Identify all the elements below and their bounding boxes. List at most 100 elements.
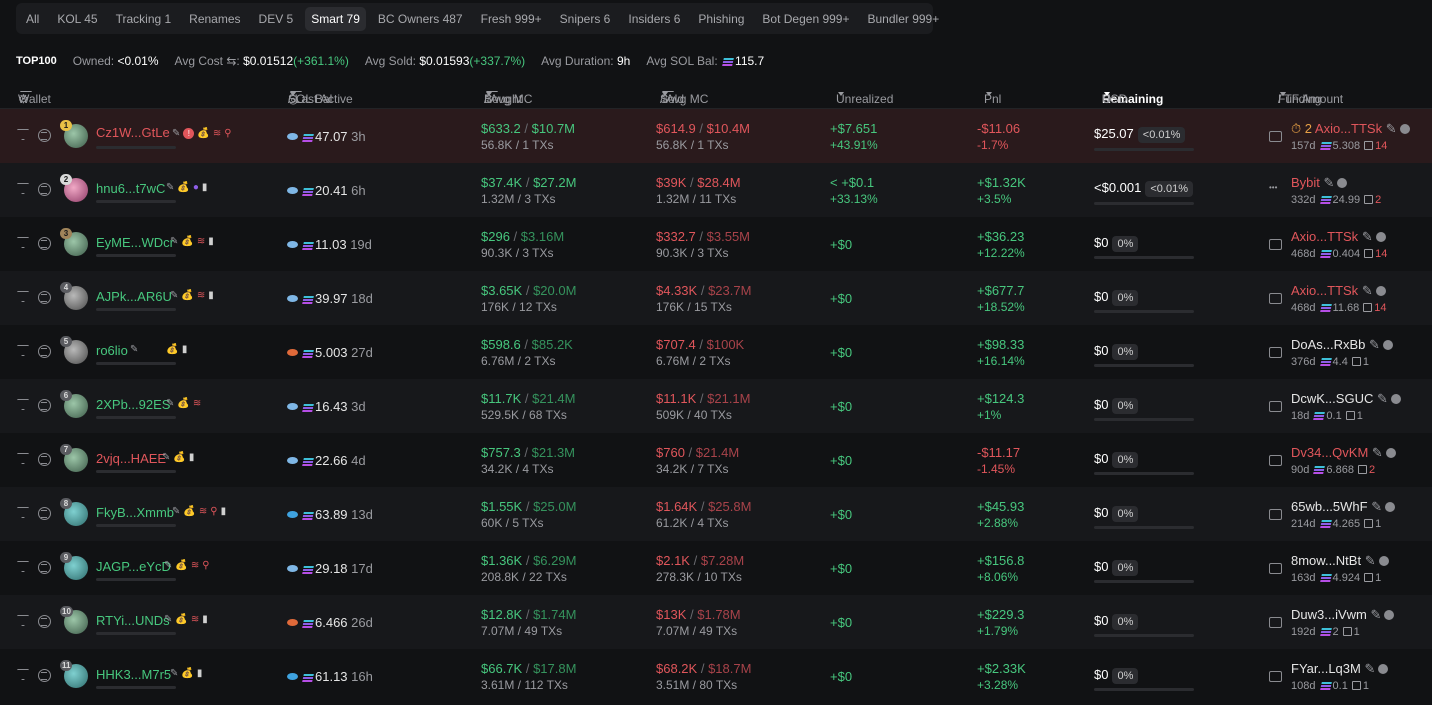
funding-box-icon[interactable]: [1269, 239, 1282, 250]
filter-icon[interactable]: [17, 399, 29, 410]
wallet-address[interactable]: 2vjq...HAEE: [96, 451, 166, 466]
list-icon[interactable]: [38, 669, 51, 682]
funding-box-icon[interactable]: [1269, 509, 1282, 520]
avatar[interactable]: 6: [60, 390, 88, 418]
more-icon[interactable]: [1269, 183, 1282, 196]
edit-icon[interactable]: ✎: [1324, 175, 1335, 190]
filter-icon[interactable]: [17, 291, 29, 302]
list-icon[interactable]: [38, 615, 51, 628]
tab-renames[interactable]: Renames: [183, 7, 246, 31]
edit-icon[interactable]: ✎: [1369, 337, 1380, 352]
tab-bundler[interactable]: Bundler 999+: [862, 7, 946, 31]
funding-box-icon[interactable]: [1269, 293, 1282, 304]
tab-fresh[interactable]: Fresh 999+: [475, 7, 548, 31]
funding-box-icon[interactable]: [1269, 671, 1282, 682]
table-row[interactable]: 4 AJPk...AR6U ✎ 💰 ≋ ▮ 39.97 18d $3.65K / $2…: [0, 271, 1432, 325]
edit-icon[interactable]: ✎: [1362, 283, 1373, 298]
funding-cell[interactable]: 65wb...5WhF ✎ 214d 4.265 1: [1291, 499, 1396, 530]
funding-cell[interactable]: Bybit ✎ 332d 24.99 2: [1291, 175, 1381, 206]
funding-cell[interactable]: Duw3...iVwm ✎ 192d 21: [1291, 607, 1395, 638]
list-icon[interactable]: [38, 237, 51, 250]
edit-icon[interactable]: ✎: [1370, 607, 1381, 622]
avatar[interactable]: 1: [60, 120, 88, 148]
wallet-address[interactable]: ro6lio: [96, 343, 128, 358]
filter-icon[interactable]: [17, 453, 29, 464]
filter-icon[interactable]: [17, 561, 29, 572]
avatar[interactable]: 8: [60, 498, 88, 526]
swap-icon[interactable]: ⇆: [226, 54, 236, 68]
tab-bot-degen[interactable]: Bot Degen 999+: [756, 7, 855, 31]
wallet-address[interactable]: AJPk...AR6U: [96, 289, 172, 304]
list-icon[interactable]: [38, 507, 51, 520]
tab-all[interactable]: All: [20, 7, 45, 31]
funding-cell[interactable]: Axio...TTSk ✎ 468d 11.68 14: [1291, 283, 1387, 314]
filter-icon[interactable]: [17, 345, 29, 356]
filter-icon[interactable]: [17, 129, 29, 140]
list-icon[interactable]: [38, 453, 51, 466]
edit-icon[interactable]: ✎: [1364, 661, 1375, 676]
tab-snipers[interactable]: Snipers 6: [554, 7, 617, 31]
table-row[interactable]: 7 2vjq...HAEE ✎ 💰 ▮ 22.66 4d $757.3 / $21.…: [0, 433, 1432, 487]
funding-cell[interactable]: Dv34...QvKM ✎ 90d 6.868 2: [1291, 445, 1396, 476]
tab-phishing[interactable]: Phishing: [692, 7, 750, 31]
filter-icon[interactable]: [17, 183, 29, 194]
filter-icon[interactable]: [17, 615, 29, 626]
filter-icon[interactable]: [17, 237, 29, 248]
edit-icon[interactable]: ✎: [1365, 553, 1376, 568]
funding-cell[interactable]: DoAs...RxBb ✎ 376d 4.4 1: [1291, 337, 1393, 368]
table-row[interactable]: 2 hnu6...t7wC ✎ 💰 ● ▮ 20.41 6h $37.4K / $27…: [0, 163, 1432, 217]
list-icon[interactable]: [38, 129, 51, 142]
edit-icon[interactable]: ✎: [1371, 499, 1382, 514]
edit-icon[interactable]: ✎: [1377, 391, 1388, 406]
avatar[interactable]: 3: [60, 228, 88, 256]
list-icon[interactable]: [38, 291, 51, 304]
edit-icon[interactable]: ✎: [1386, 121, 1397, 136]
avatar[interactable]: 4: [60, 282, 88, 310]
filter-icon[interactable]: [17, 507, 29, 518]
table-row[interactable]: 5 ro6lio ✎ 💰 ▮ 5.003 27d $598.6 / $85.2K …: [0, 325, 1432, 379]
table-row[interactable]: 10 RTYi...UNDs ✎ 💰 ≋ ▮ 6.466 26d $12.8K / $…: [0, 595, 1432, 649]
table-row[interactable]: 11 HHK3...M7r5 ✎ 💰 ▮ 61.13 16h $66.7K / $1…: [0, 649, 1432, 703]
table-row[interactable]: 9 JAGP...eYcD ✎ 💰 ≋ ⚲ 29.18 17d $1.36K / $6…: [0, 541, 1432, 595]
wallet-address[interactable]: hnu6...t7wC: [96, 181, 165, 196]
wallet-address[interactable]: FkyB...Xmmb: [96, 505, 174, 520]
wallet-address[interactable]: HHK3...M7r5: [96, 667, 171, 682]
avatar[interactable]: 7: [60, 444, 88, 472]
table-row[interactable]: 1 Cz1W...GtLe ✎! 💰 ≋ ⚲ 47.07 3h $633.2 / $1…: [0, 109, 1432, 163]
filter-icon[interactable]: [17, 669, 29, 680]
funding-box-icon[interactable]: [1269, 455, 1282, 466]
table-row[interactable]: 6 2XPb...92ES ✎ 💰 ≋ 16.43 3d $11.7K / $21.…: [0, 379, 1432, 433]
table-row[interactable]: 3 EyME...WDcr ✎ 💰 ≋ ▮ 11.03 19d $296 / $3.1…: [0, 217, 1432, 271]
top100-label[interactable]: TOP100: [16, 55, 57, 67]
list-icon[interactable]: [38, 561, 51, 574]
wallet-address[interactable]: Cz1W...GtLe: [96, 125, 170, 140]
wallet-address[interactable]: RTYi...UNDs: [96, 613, 170, 628]
tab-dev[interactable]: DEV 5: [253, 7, 300, 31]
funding-cell[interactable]: DcwK...SGUC ✎ 18d 0.1 1: [1291, 391, 1401, 422]
funding-cell[interactable]: 8mow...NtBt ✎ 163d 4.924 1: [1291, 553, 1389, 584]
funding-box-icon[interactable]: [1269, 617, 1282, 628]
tab-bc-owners[interactable]: BC Owners 487: [372, 7, 469, 31]
list-icon[interactable]: [38, 399, 51, 412]
tab-kol[interactable]: KOL 45: [51, 7, 103, 31]
avatar[interactable]: 2: [60, 174, 88, 202]
funding-box-icon[interactable]: [1269, 347, 1282, 358]
avatar[interactable]: 10: [60, 606, 88, 634]
avatar[interactable]: 9: [60, 552, 88, 580]
list-icon[interactable]: [38, 345, 51, 358]
funding-cell[interactable]: FYar...Lq3M ✎ 108d 0.1 1: [1291, 661, 1389, 692]
currency-toggle-icon[interactable]: ⊜: [1102, 92, 1112, 106]
funding-cell[interactable]: ⏱ 2 Axio...TTSk ✎ 157d 5.308 14: [1291, 121, 1410, 152]
table-row[interactable]: 8 FkyB...Xmmb ✎ 💰 ≋ ⚲ ▮ 63.89 13d $1.55K / $…: [0, 487, 1432, 541]
wallet-address[interactable]: JAGP...eYcD: [96, 559, 171, 574]
funding-box-icon[interactable]: [1269, 131, 1282, 142]
list-icon[interactable]: [38, 183, 51, 196]
funding-cell[interactable]: Axio...TTSk ✎ 468d 0.404 14: [1291, 229, 1387, 260]
edit-icon[interactable]: ✎: [1362, 229, 1373, 244]
edit-icon[interactable]: ✎: [1372, 445, 1383, 460]
funding-box-icon[interactable]: [1269, 563, 1282, 574]
tab-smart[interactable]: Smart 79: [305, 6, 366, 31]
funding-box-icon[interactable]: [1269, 401, 1282, 412]
tab-insiders[interactable]: Insiders 6: [622, 7, 686, 31]
wallet-address[interactable]: EyME...WDcr: [96, 235, 174, 250]
